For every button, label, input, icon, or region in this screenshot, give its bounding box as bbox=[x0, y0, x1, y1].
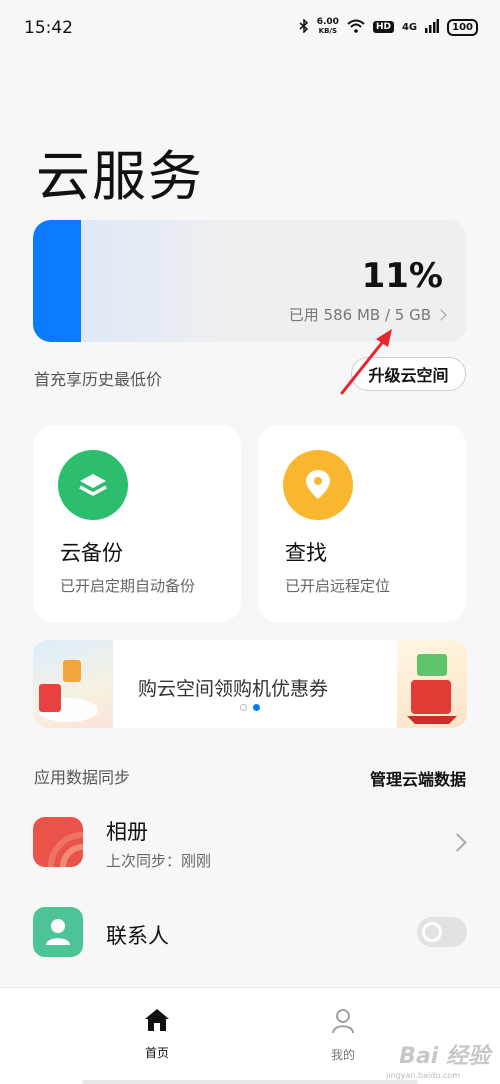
storage-usage-gradient bbox=[81, 220, 221, 342]
sync-item-title: 联系人 bbox=[106, 924, 169, 948]
storage-percent: 11% bbox=[361, 256, 443, 296]
chevron-right-icon bbox=[448, 833, 467, 852]
status-icons: 6.00 KB/S HD 4G 100 bbox=[299, 18, 478, 36]
gallery-icon bbox=[33, 817, 83, 867]
status-time: 15:42 bbox=[24, 18, 73, 38]
storage-detail-text: 已用 586 MB / 5 GB bbox=[288, 306, 431, 324]
page-title: 云服务 bbox=[36, 145, 204, 208]
home-icon bbox=[144, 1008, 170, 1036]
nav-profile[interactable]: 我的 bbox=[303, 1008, 383, 1063]
signal-icon bbox=[425, 18, 440, 36]
nav-label: 首页 bbox=[144, 1046, 169, 1060]
bluetooth-icon bbox=[299, 17, 309, 36]
network-type: 4G bbox=[401, 21, 418, 33]
feature-subtitle: 已开启远程定位 bbox=[285, 577, 391, 595]
home-indicator[interactable] bbox=[82, 1080, 418, 1084]
promo-banner[interactable]: 购云空间领购机优惠券 bbox=[33, 640, 467, 728]
storage-usage-bar bbox=[33, 220, 81, 342]
sync-section-label: 应用数据同步 bbox=[34, 768, 131, 787]
contact-icon bbox=[33, 907, 83, 957]
feature-title: 云备份 bbox=[60, 541, 123, 565]
pagination-dot[interactable] bbox=[240, 704, 247, 711]
promo-text: 首充享历史最低价 bbox=[34, 370, 163, 389]
cloud-backup-card[interactable]: 云备份 已开启定期自动备份 bbox=[33, 425, 241, 622]
find-device-card[interactable]: 查找 已开启远程定位 bbox=[258, 425, 466, 622]
nav-label: 我的 bbox=[330, 1048, 355, 1062]
annotation-arrow bbox=[340, 329, 392, 395]
storage-card[interactable]: 11% 已用 586 MB / 5 GB bbox=[33, 220, 467, 342]
banner-illustration-left bbox=[33, 640, 113, 728]
storage-detail: 已用 586 MB / 5 GB bbox=[288, 304, 447, 325]
sync-item-gallery[interactable]: 相册 上次同步：刚刚 bbox=[0, 800, 500, 890]
nav-home[interactable]: 首页 bbox=[117, 1008, 197, 1061]
layers-icon bbox=[58, 450, 128, 520]
pagination-dot-active[interactable] bbox=[253, 704, 260, 711]
sync-item-title: 相册 bbox=[106, 820, 148, 844]
watermark: Bai 经验 bbox=[399, 1044, 490, 1069]
feature-title: 查找 bbox=[285, 541, 327, 565]
sync-item-subtitle: 上次同步：刚刚 bbox=[106, 852, 212, 870]
banner-pagination bbox=[240, 704, 260, 711]
feature-subtitle: 已开启定期自动备份 bbox=[60, 577, 196, 595]
wifi-icon bbox=[347, 19, 365, 36]
banner-illustration-right bbox=[397, 640, 467, 728]
banner-text: 购云空间领购机优惠券 bbox=[138, 678, 329, 700]
sync-item-contacts[interactable]: 联系人 bbox=[0, 886, 500, 976]
location-pin-icon bbox=[283, 450, 353, 520]
toggle-knob bbox=[422, 922, 442, 942]
net-speed: 6.00 KB/S bbox=[316, 17, 339, 36]
chevron-right-icon bbox=[435, 308, 447, 321]
manage-cloud-data-link[interactable]: 管理云端数据 bbox=[370, 766, 466, 790]
battery-icon: 100 bbox=[447, 18, 478, 36]
contacts-sync-toggle[interactable] bbox=[417, 917, 467, 947]
hd-badge: HD bbox=[372, 21, 394, 33]
watermark-url: jingyan.baidu.com bbox=[386, 1071, 460, 1080]
user-icon bbox=[331, 1008, 355, 1038]
